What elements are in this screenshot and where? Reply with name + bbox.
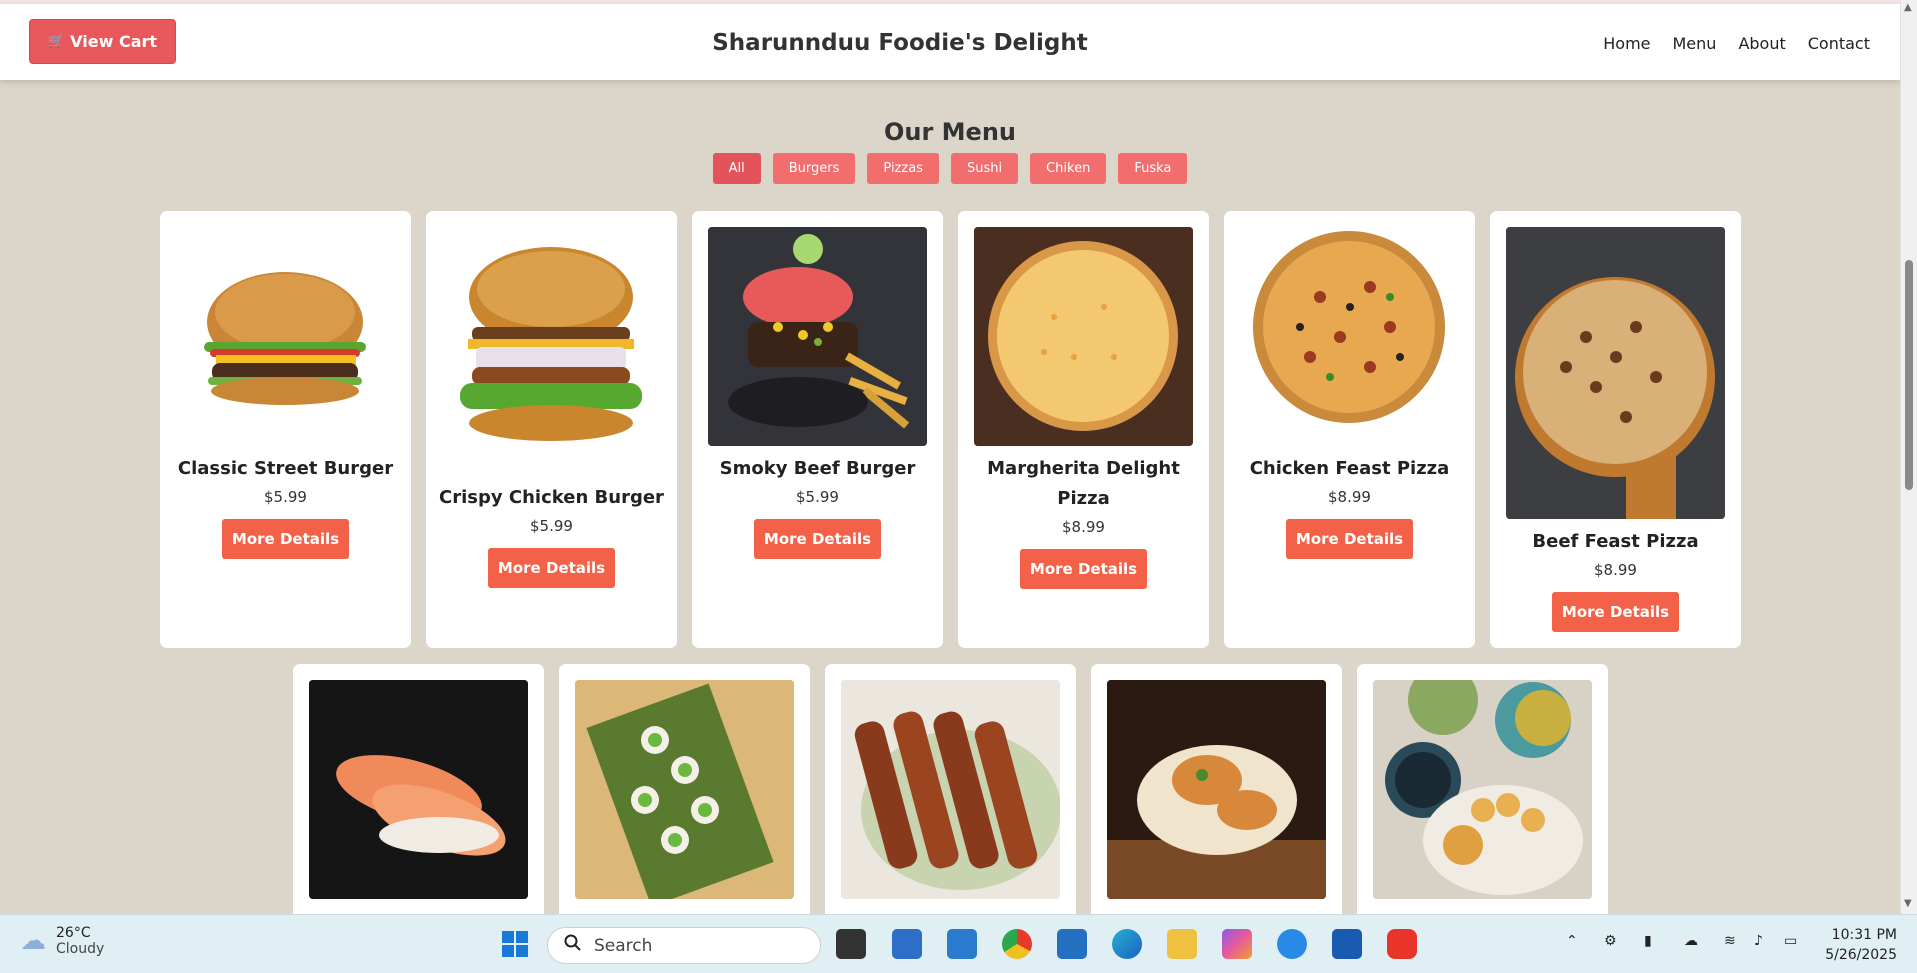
copilot-icon[interactable] — [1222, 929, 1252, 959]
item-name: Crispy Chicken Burger — [439, 487, 664, 508]
battery-icon[interactable]: ▭ — [1784, 933, 1797, 949]
app-tray-icon[interactable]: ▮ — [1644, 933, 1652, 949]
filter-sushi[interactable]: Sushi — [950, 153, 1019, 184]
menu-card: Beef Feast Pizza $8.99 More Details — [1490, 211, 1741, 648]
more-details-button[interactable]: More Details — [222, 519, 349, 559]
vscode-icon[interactable] — [1057, 929, 1087, 959]
volume-icon[interactable]: ♪ — [1754, 933, 1763, 949]
chicken-kebab-image — [841, 680, 1060, 899]
search-icon — [564, 934, 582, 957]
menu-card — [1091, 664, 1342, 924]
filter-pizzas[interactable]: Pizzas — [867, 153, 939, 184]
edge-icon[interactable] — [1112, 929, 1142, 959]
filter-chiken[interactable]: Chiken — [1030, 153, 1107, 184]
cloud-icon: ☁ — [20, 926, 46, 956]
weather-widget[interactable]: ☁ 26°C Cloudy — [20, 925, 104, 957]
filter-fuska[interactable]: Fuska — [1118, 153, 1188, 184]
chevron-up-icon[interactable]: ⌃ — [1566, 933, 1578, 949]
chrome-icon[interactable] — [1002, 929, 1032, 959]
more-details-button[interactable]: More Details — [754, 519, 881, 559]
site-brand: Sharunnduu Foodie's Delight — [712, 30, 1088, 56]
system-clock[interactable]: 10:31 PM 5/26/2025 — [1825, 925, 1897, 965]
nav-contact[interactable]: Contact — [1808, 34, 1870, 53]
nav-about[interactable]: About — [1738, 34, 1785, 53]
file-explorer-icon[interactable] — [1167, 929, 1197, 959]
onedrive-icon[interactable]: ☁ — [1684, 933, 1698, 949]
sushi-roll-image — [575, 680, 794, 899]
taskbar-search[interactable]: Search — [547, 927, 821, 964]
clock-date: 5/26/2025 — [1825, 947, 1897, 963]
weather-condition: Cloudy — [56, 941, 105, 957]
task-view-icon[interactable] — [836, 929, 866, 959]
item-price: $5.99 — [530, 517, 573, 535]
item-price: $8.99 — [1328, 488, 1371, 506]
filter-bar: All Burgers Pizzas Sushi Chiken Fuska — [0, 153, 1900, 184]
classic-burger-image — [176, 227, 395, 446]
windows-start-icon[interactable] — [500, 929, 530, 959]
notepad-icon[interactable] — [947, 929, 977, 959]
wifi-icon[interactable]: ≋ — [1724, 933, 1736, 949]
more-details-button[interactable]: More Details — [488, 548, 615, 588]
item-name: Margherita Delight Pizza — [987, 458, 1180, 509]
item-price: $8.99 — [1594, 561, 1637, 579]
wps-icon[interactable] — [1387, 929, 1417, 959]
margherita-pizza-image — [974, 227, 1193, 446]
filter-all[interactable]: All — [712, 153, 761, 184]
scroll-down-icon[interactable]: ▼ — [1904, 898, 1912, 909]
nav-menu[interactable]: Menu — [1673, 34, 1717, 53]
chicken-roll-image — [1107, 680, 1326, 899]
item-price: $5.99 — [264, 488, 307, 506]
fuska-image — [1373, 680, 1592, 899]
more-details-button[interactable]: More Details — [1286, 519, 1413, 559]
taskbar: ☁ 26°C Cloudy Search ⌃ ⚙ ▮ ☁ ≋ ♪ ▭ 10:31… — [0, 914, 1917, 973]
filter-burgers[interactable]: Burgers — [772, 153, 856, 184]
menu-card: Classic Street Burger $5.99 More Details — [160, 211, 411, 648]
item-price: $8.99 — [1062, 518, 1105, 536]
item-price: $5.99 — [796, 488, 839, 506]
snipping-tool-icon[interactable] — [892, 929, 922, 959]
site-header: 🛒 View Cart Sharunnduu Foodie's Delight … — [0, 4, 1900, 80]
item-name: Smoky Beef Burger — [719, 458, 916, 479]
menu-card: Crispy Chicken Burger $5.99 More Details — [426, 211, 677, 648]
beef-feast-pizza-image — [1506, 227, 1725, 519]
main-nav: Home Menu About Contact — [1603, 34, 1870, 53]
nav-home[interactable]: Home — [1603, 34, 1650, 53]
search-placeholder: Search — [594, 935, 653, 956]
page-scrollbar[interactable]: ▲ ▼ — [1900, 0, 1917, 914]
item-name: Beef Feast Pizza — [1532, 531, 1699, 552]
item-name: Chicken Feast Pizza — [1249, 458, 1450, 479]
menu-card: Margherita Delight Pizza $8.99 More Deta… — [958, 211, 1209, 648]
weather-temp: 26°C — [56, 925, 91, 941]
menu-card: Chicken Feast Pizza $8.99 More Details — [1224, 211, 1475, 648]
more-details-button[interactable]: More Details — [1552, 592, 1679, 632]
menu-card: Smoky Beef Burger $5.99 More Details — [692, 211, 943, 648]
scroll-thumb[interactable] — [1905, 260, 1913, 490]
store-icon[interactable] — [1332, 929, 1362, 959]
more-details-button[interactable]: More Details — [1020, 549, 1147, 589]
salmon-sushi-image — [309, 680, 528, 899]
menu-card — [559, 664, 810, 924]
menu-card — [825, 664, 1076, 924]
scroll-up-icon[interactable]: ▲ — [1904, 2, 1912, 13]
clock-time: 10:31 PM — [1831, 927, 1897, 943]
crispy-chicken-burger-image — [442, 227, 661, 477]
menu-card — [1357, 664, 1608, 924]
chicken-feast-pizza-image — [1240, 227, 1459, 446]
item-name: Classic Street Burger — [177, 458, 394, 479]
smoky-beef-burger-image — [708, 227, 927, 446]
app-icon[interactable] — [1277, 929, 1307, 959]
settings-tray-icon[interactable]: ⚙ — [1604, 933, 1617, 949]
menu-title: Our Menu — [883, 118, 1016, 146]
menu-card — [293, 664, 544, 924]
